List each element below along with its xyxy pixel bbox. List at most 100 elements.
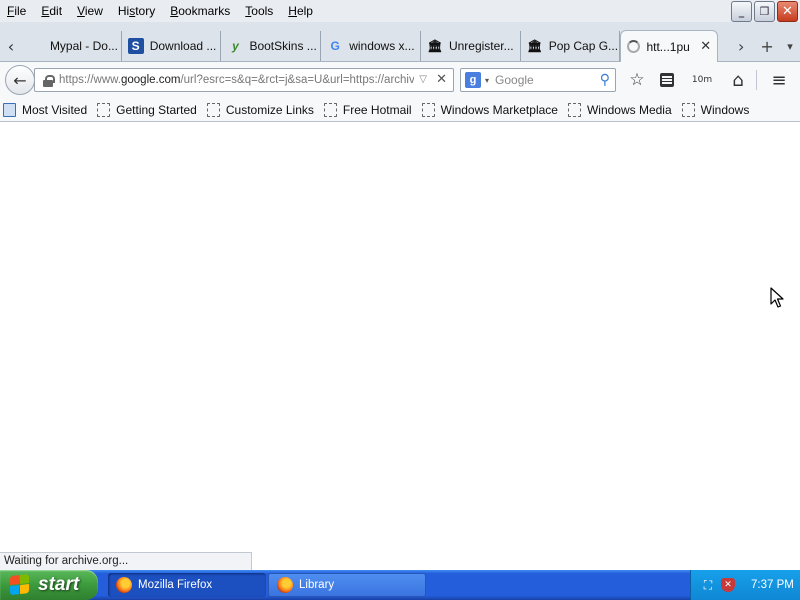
search-engine-dropdown-icon[interactable]: ▾ <box>485 76 489 85</box>
back-button[interactable]: ← <box>5 65 35 95</box>
search-bar[interactable]: g ▾ Google ⚲ <box>460 68 616 92</box>
window-controls: _ ❐ ✕ <box>731 1 798 22</box>
tab-bootskins[interactable]: y BootSkins ... <box>221 31 322 61</box>
bookmark-star-icon[interactable]: ☆ <box>626 70 648 90</box>
tab-label: Mypal - Do... <box>49 39 118 53</box>
bookmark-free-hotmail[interactable]: Free Hotmail <box>323 102 412 117</box>
taskbar-item-label: Mozilla Firefox <box>138 579 213 591</box>
bookmark-label: Windows <box>700 102 750 117</box>
tab-label: htt...1pu <box>646 39 690 54</box>
security-shield-icon[interactable]: ✕ <box>721 578 735 592</box>
hamburger-menu-icon[interactable]: ≡ <box>768 70 790 91</box>
bookmark-windows-marketplace[interactable]: Windows Marketplace <box>421 102 558 117</box>
plus-icon: + <box>760 36 774 56</box>
minimize-icon: _ <box>738 5 745 18</box>
google-icon: G <box>330 39 340 53</box>
bookmark-label: Getting Started <box>116 102 197 117</box>
toolbar-divider <box>756 70 757 90</box>
bookmarks-list-icon[interactable] <box>656 70 678 90</box>
tab-mypal[interactable]: Mypal - Do... <box>22 31 122 61</box>
menu-edit[interactable]: Edit <box>34 1 70 21</box>
access-key: F <box>7 4 15 18</box>
menu-file[interactable]: File <box>0 1 34 21</box>
bookmark-label: Windows Media <box>586 102 672 117</box>
tab-popcap[interactable]: 🏛 Pop Cap G... <box>521 31 621 61</box>
access-key: s <box>129 4 136 18</box>
tab-label: Unregister... <box>448 39 514 53</box>
menu-bookmarks[interactable]: Bookmarks <box>163 1 238 21</box>
windows-logo-icon <box>10 574 30 596</box>
navigation-bar: https://www.google.com/url?esrc=s&q=&rct… <box>0 62 800 98</box>
search-icon[interactable]: ⚲ <box>600 72 610 88</box>
loading-icon <box>627 40 641 53</box>
menu-help[interactable]: Help <box>281 1 321 21</box>
tab-strip: ‹ Mypal - Do... S Download ... y BootSki… <box>0 22 800 62</box>
url-bar[interactable]: https://www.google.com/url?esrc=s&q=&rct… <box>34 68 454 92</box>
firefox-icon <box>116 577 132 593</box>
archive-icon: 🏛 <box>427 39 443 53</box>
page-content[interactable]: Waiting for archive.org... <box>0 122 800 570</box>
bookmark-label: Free Hotmail <box>342 102 412 117</box>
tab-label: Download ... <box>149 39 217 53</box>
menu-tools[interactable]: Tools <box>238 1 281 21</box>
clock[interactable]: 7:37 PM <box>751 579 794 591</box>
page-icon <box>97 102 111 117</box>
tab-label: Pop Cap G... <box>548 39 619 53</box>
bookmark-windows[interactable]: Windows <box>681 102 750 117</box>
bookmark-label: Windows Marketplace <box>440 102 558 117</box>
system-tray: ⛶ ✕ 7:37 PM <box>690 570 800 600</box>
back-arrow-icon: ← <box>13 70 27 90</box>
access-key: E <box>41 4 50 18</box>
start-label: start <box>38 574 80 595</box>
tab-scroll-left-button[interactable]: ‹ <box>0 31 22 61</box>
taskbar-item-library[interactable]: Library <box>268 573 426 597</box>
search-engine-icon[interactable]: g <box>465 72 481 88</box>
page-icon <box>567 102 581 117</box>
bookmarks-toolbar: Most Visited Getting Started Customize L… <box>0 98 800 122</box>
bookmark-customize-links[interactable]: Customize Links <box>206 102 314 117</box>
menu-history[interactable]: History <box>111 1 163 21</box>
tab-download[interactable]: S Download ... <box>122 31 222 61</box>
new-tab-button[interactable]: + <box>754 31 780 61</box>
download-site-icon: S <box>127 38 144 54</box>
start-button[interactable]: start <box>0 570 98 600</box>
list-all-tabs-button[interactable]: ▾ <box>780 31 800 61</box>
tab-scroll-right-button[interactable]: › <box>728 31 754 61</box>
url-text[interactable]: https://www.google.com/url?esrc=s&q=&rct… <box>59 74 414 86</box>
access-key: H <box>288 4 297 18</box>
tab-label: BootSkins ... <box>249 39 317 53</box>
close-window-button[interactable]: ✕ <box>777 1 798 22</box>
stop-loading-icon[interactable]: ✕ <box>436 72 447 87</box>
network-icon[interactable]: ⛶ <box>701 578 715 592</box>
bookmark-label: Most Visited <box>22 102 88 117</box>
page-icon <box>206 102 220 117</box>
menu-bar: File Edit View History Bookmarks Tools H… <box>0 0 800 22</box>
tab-windows-x[interactable]: G windows x... <box>321 31 421 61</box>
close-icon: ✕ <box>782 4 793 19</box>
taskbar-item-firefox[interactable]: Mozilla Firefox <box>108 573 266 597</box>
minimize-button[interactable]: _ <box>731 1 752 22</box>
restore-button[interactable]: ❐ <box>754 1 775 22</box>
close-tab-icon[interactable]: ✕ <box>700 39 711 54</box>
access-key: V <box>77 4 85 18</box>
lock-icon <box>43 74 55 87</box>
folder-icon <box>3 102 16 117</box>
home-icon[interactable]: ⌂ <box>727 70 749 91</box>
bookmark-most-visited[interactable]: Most Visited <box>3 102 88 117</box>
menu-view[interactable]: View <box>70 1 111 21</box>
url-history-dropdown-icon[interactable]: ▽ <box>419 74 427 85</box>
url-prefix: https://www. <box>59 74 121 86</box>
firefox-icon <box>277 577 293 593</box>
restore-icon: ❐ <box>759 5 770 18</box>
timer-icon[interactable]: 10m <box>691 70 713 90</box>
search-input[interactable]: Google <box>495 73 534 87</box>
bookmark-getting-started[interactable]: Getting Started <box>97 102 197 117</box>
tab-unregister[interactable]: 🏛 Unregister... <box>421 31 521 61</box>
bookmark-windows-media[interactable]: Windows Media <box>567 102 672 117</box>
taskbar: start Mozilla Firefox Library ⛶ ✕ 7:37 P… <box>0 570 800 600</box>
status-text: Waiting for archive.org... <box>0 552 252 570</box>
mouse-pointer-icon <box>770 287 784 308</box>
tab-current[interactable]: htt...1pu ✕ <box>620 30 719 62</box>
bootskins-icon: y <box>232 39 239 53</box>
access-key: T <box>245 4 252 18</box>
